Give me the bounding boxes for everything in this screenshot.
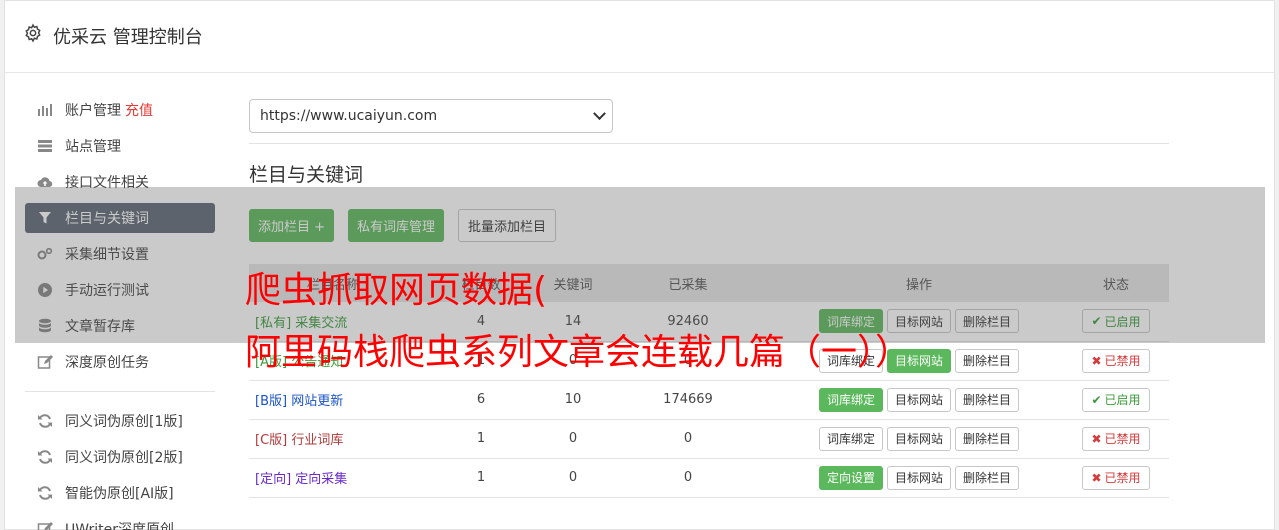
sidebar-item-uwriter[interactable]: UWriter深度原创 xyxy=(25,514,215,530)
delete-column-button[interactable]: 删除栏目 xyxy=(955,348,1020,373)
sidebar-item-label: 同义词伪原创[1版] xyxy=(65,414,183,430)
delete-column-button[interactable]: 删除栏目 xyxy=(955,426,1020,451)
bind-lib-button[interactable]: 词库绑定 xyxy=(818,387,883,412)
sidebar-item-account[interactable]: 账户管理 充值 xyxy=(25,95,215,125)
close-icon: ✖ xyxy=(1091,431,1102,446)
column-tag: [定向] xyxy=(255,472,292,487)
overlay-title-line-1: 爬虫抓取网页数据( xyxy=(245,270,548,311)
column-tag: [C版] xyxy=(255,433,288,448)
sidebar-item-label: 账户管理 xyxy=(65,103,121,119)
sidebar-item-label: UWriter深度原创 xyxy=(65,522,174,530)
status-label: 已禁用 xyxy=(1104,471,1141,485)
table-row: [B版] 网站更新 6 10 174669 词库绑定 目标网站 删除栏目 ✔ 已启… xyxy=(249,380,1169,420)
status-label: 已启用 xyxy=(1104,393,1141,407)
column-count: 1 xyxy=(417,419,545,459)
status-cell: ✖ 已禁用 xyxy=(1063,341,1169,381)
sidebar-item-label: 站点管理 xyxy=(65,139,121,155)
sidebar-item-label: 同义词伪原创[2版] xyxy=(65,450,183,466)
status-toggle[interactable]: ✖ 已禁用 xyxy=(1082,348,1150,373)
target-site-button[interactable]: 目标网站 xyxy=(886,465,951,490)
collected-count: 0 xyxy=(601,458,775,498)
site-select-value: https://www.ucaiyun.com xyxy=(260,108,438,124)
sidebar-item-sites[interactable]: 站点管理 xyxy=(25,131,215,161)
collected-count: 0 xyxy=(601,419,775,459)
delete-column-button[interactable]: 删除栏目 xyxy=(955,387,1020,412)
bind-lib-button[interactable]: 词库绑定 xyxy=(818,426,883,451)
target-site-button[interactable]: 目标网站 xyxy=(886,387,951,412)
column-name-cell[interactable]: [B版] 网站更新 xyxy=(249,380,417,420)
keyword-count-link[interactable]: 0 xyxy=(545,458,601,498)
column-name: 网站更新 xyxy=(291,394,344,409)
sidebar-item-synonym-v2[interactable]: 同义词伪原创[2版] xyxy=(25,442,215,472)
page-title: 优采云 管理控制台 xyxy=(53,27,203,48)
status-toggle[interactable]: ✖ 已禁用 xyxy=(1082,426,1150,451)
chevron-down-icon xyxy=(593,107,606,121)
ops-cell: 定向设置 目标网站 删除栏目 xyxy=(775,458,1063,498)
edit-icon xyxy=(37,521,53,530)
status-cell: ✖ 已禁用 xyxy=(1063,419,1169,459)
delete-column-button[interactable]: 删除栏目 xyxy=(955,465,1020,490)
column-count: 6 xyxy=(417,380,545,420)
sidebar-item-synonym-v1[interactable]: 同义词伪原创[1版] xyxy=(25,406,215,436)
table-row: [C版] 行业词库 1 0 0 词库绑定 目标网站 删除栏目 ✖ 已禁用 xyxy=(249,419,1169,459)
recharge-link[interactable]: 充值 xyxy=(125,100,153,120)
close-icon: ✖ xyxy=(1091,470,1102,485)
edit-icon xyxy=(37,354,53,370)
server-icon xyxy=(37,138,53,154)
directed-settings-button[interactable]: 定向设置 xyxy=(818,465,883,490)
status-cell: ✔ 已启用 xyxy=(1063,380,1169,420)
sidebar-item-label: 深度原创任务 xyxy=(65,355,149,371)
column-name-cell[interactable]: [定向] 定向采集 xyxy=(249,458,417,498)
column-count: 1 xyxy=(417,458,545,498)
target-site-button[interactable]: 目标网站 xyxy=(886,426,951,451)
ops-cell: 词库绑定 目标网站 删除栏目 xyxy=(775,419,1063,459)
sidebar-item-deep-original[interactable]: 深度原创任务 xyxy=(25,347,215,377)
overlay-band xyxy=(15,187,1265,343)
top-bar: 优采云 管理控制台 xyxy=(5,1,1274,73)
keyword-count-link[interactable]: 0 xyxy=(545,419,601,459)
column-name: 行业词库 xyxy=(291,433,344,448)
refresh-icon xyxy=(37,485,53,501)
close-icon: ✖ xyxy=(1091,353,1102,368)
column-tag: [B版] xyxy=(255,394,288,409)
gear-icon xyxy=(25,23,41,43)
check-icon: ✔ xyxy=(1091,392,1102,407)
status-label: 已禁用 xyxy=(1104,354,1141,368)
status-label: 已禁用 xyxy=(1104,432,1141,446)
refresh-icon xyxy=(37,449,53,465)
refresh-icon xyxy=(37,413,53,429)
status-toggle[interactable]: ✖ 已禁用 xyxy=(1082,465,1150,490)
column-name-cell[interactable]: [C版] 行业词库 xyxy=(249,419,417,459)
keyword-count-link[interactable]: 10 xyxy=(545,380,601,420)
sidebar-item-ai-rewrite[interactable]: 智能伪原创[AI版] xyxy=(25,478,215,508)
status-cell: ✖ 已禁用 xyxy=(1063,458,1169,498)
site-select[interactable]: https://www.ucaiyun.com xyxy=(249,99,613,133)
bar-chart-icon xyxy=(37,102,53,118)
sidebar-divider xyxy=(25,391,215,392)
ops-cell: 词库绑定 目标网站 删除栏目 xyxy=(775,380,1063,420)
column-name: 定向采集 xyxy=(295,472,348,487)
table-row: [定向] 定向采集 1 0 0 定向设置 目标网站 删除栏目 ✖ 已禁用 xyxy=(249,458,1169,498)
section-title: 栏目与关键词 xyxy=(249,164,364,186)
overlay-title-line-2: 阿里码栈爬虫系列文章会连载几篇（一）） xyxy=(245,332,912,373)
collected-count: 174669 xyxy=(601,380,775,420)
sidebar-item-label: 智能伪原创[AI版] xyxy=(65,486,174,502)
status-toggle[interactable]: ✔ 已启用 xyxy=(1082,387,1150,412)
divider xyxy=(249,143,1169,144)
